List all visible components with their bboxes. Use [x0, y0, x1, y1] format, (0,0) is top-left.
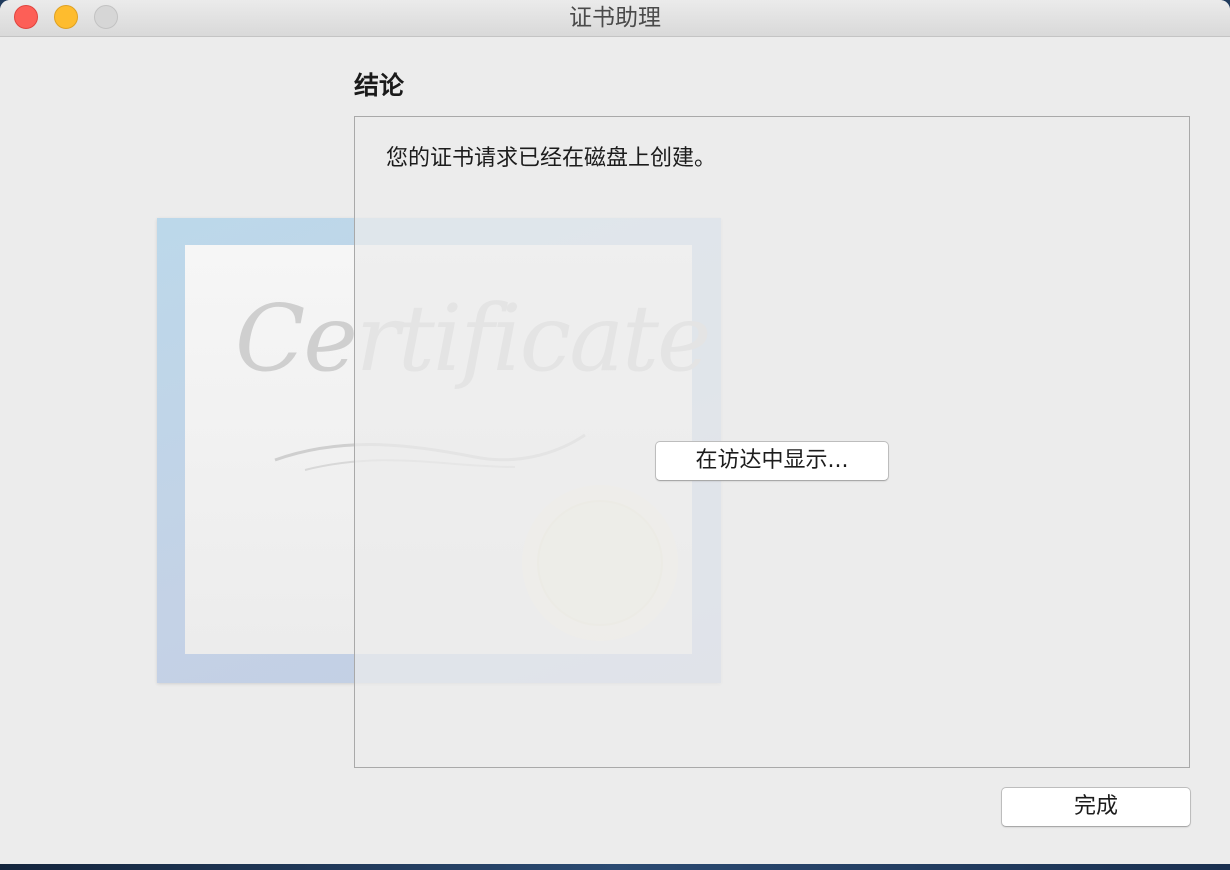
section-title: 结论 — [354, 71, 405, 100]
title-bar[interactable]: 证书助理 — [0, 0, 1230, 37]
done-button[interactable]: 完成 — [1001, 787, 1191, 827]
certificate-assistant-window: 证书助理 Certificate 结论 您的证书请求已经在磁盘上创建。 在访达中… — [0, 0, 1230, 864]
show-in-finder-button[interactable]: 在访达中显示... — [655, 441, 889, 481]
result-message: 您的证书请求已经在磁盘上创建。 — [386, 146, 717, 171]
window-title: 证书助理 — [569, 5, 661, 31]
desktop-background — [0, 864, 1230, 870]
